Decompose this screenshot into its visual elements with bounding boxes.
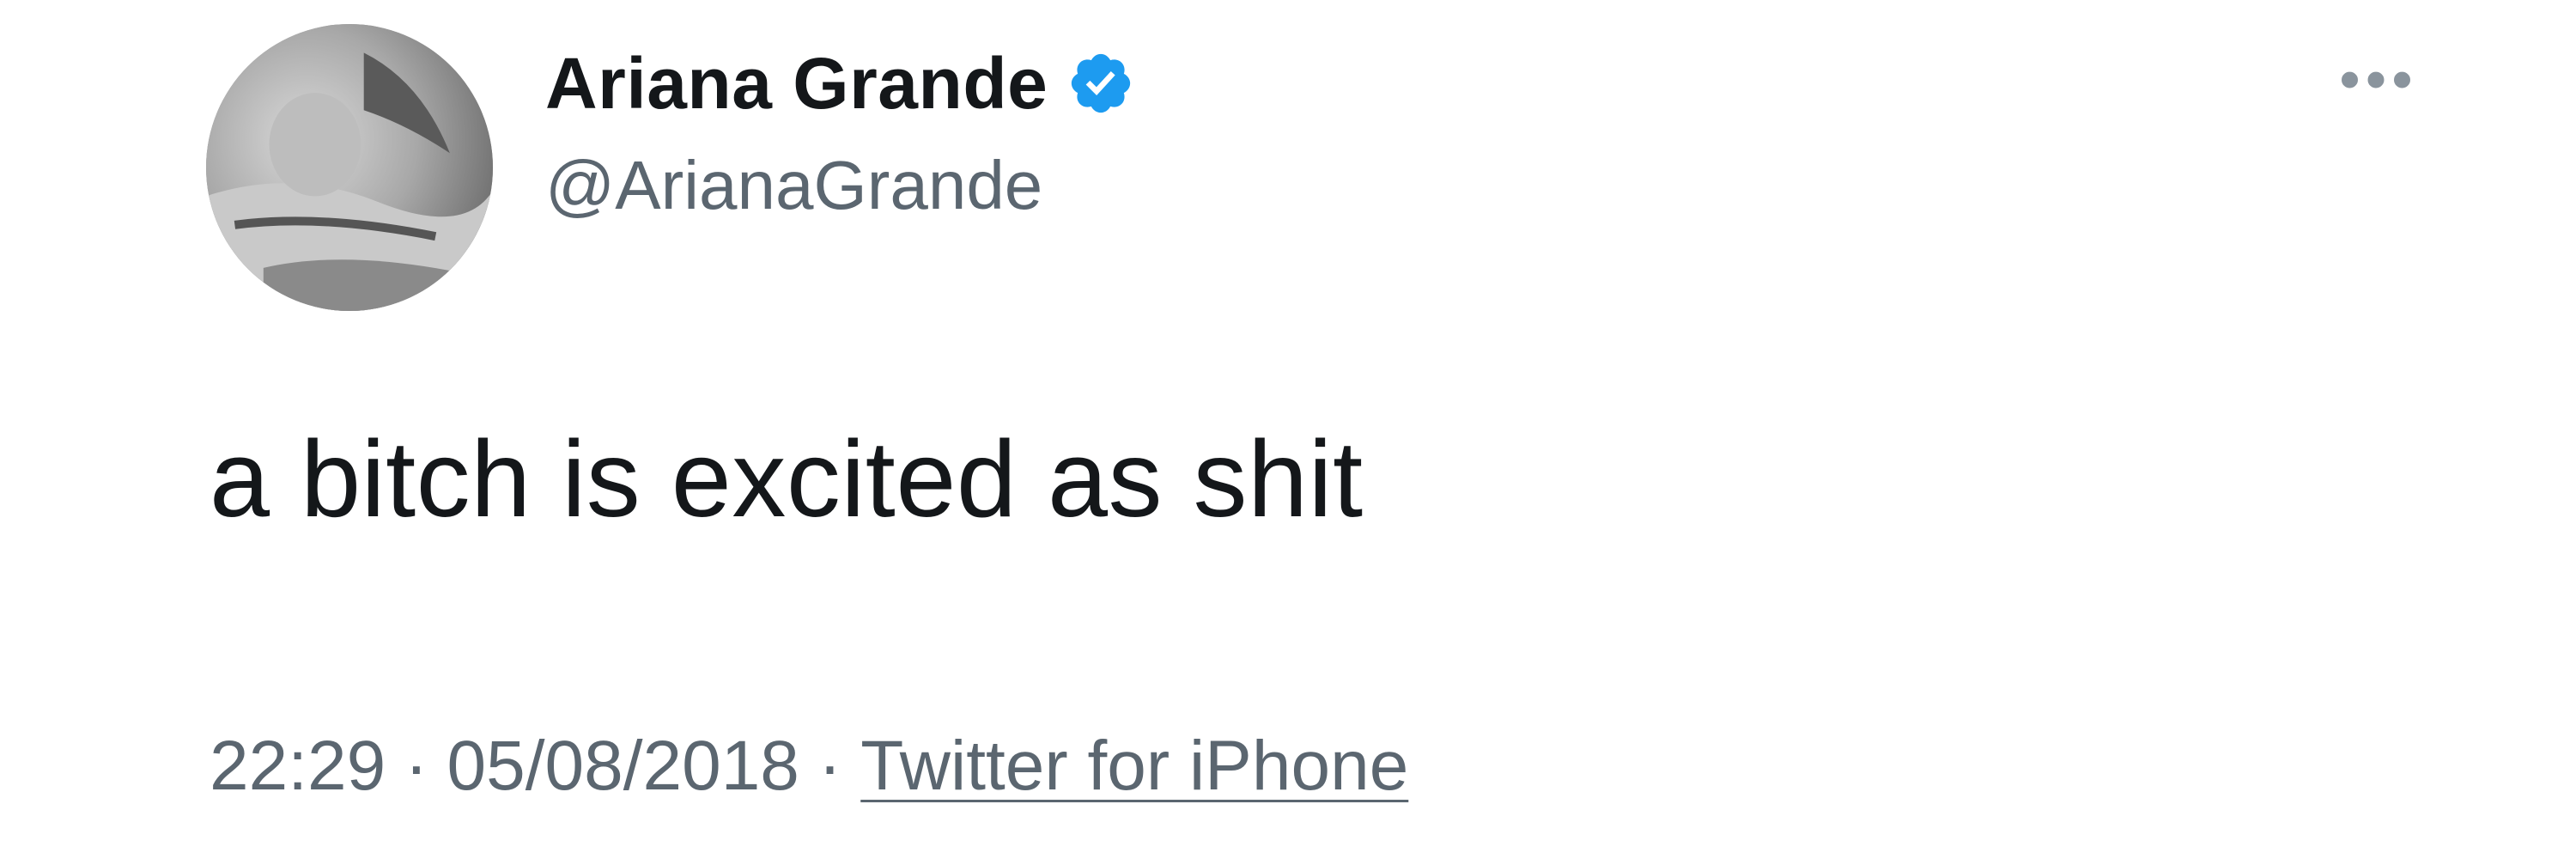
verified-badge-icon <box>1066 49 1135 118</box>
avatar[interactable] <box>206 24 493 311</box>
author-name-row[interactable]: Ariana Grande <box>545 36 1135 131</box>
tweet-meta: 22:29 · 05/08/2018 · Twitter for iPhone <box>210 726 1408 807</box>
more-options-icon[interactable]: ••• <box>2318 49 2439 109</box>
tweet-card: Ariana Grande @ArianaGrande ••• a bitch … <box>0 0 2576 859</box>
avatar-photo <box>206 24 493 311</box>
display-name[interactable]: Ariana Grande <box>545 42 1048 125</box>
tweet-date[interactable]: 05/08/2018 <box>447 726 799 807</box>
tweet-time[interactable]: 22:29 <box>210 726 386 807</box>
tweet-source-link[interactable]: Twitter for iPhone <box>860 726 1408 807</box>
tweet-text: a bitch is excited as shit <box>210 418 1364 539</box>
meta-separator: · <box>404 727 428 805</box>
author-handle[interactable]: @ArianaGrande <box>545 146 1042 225</box>
meta-separator: · <box>817 727 842 805</box>
